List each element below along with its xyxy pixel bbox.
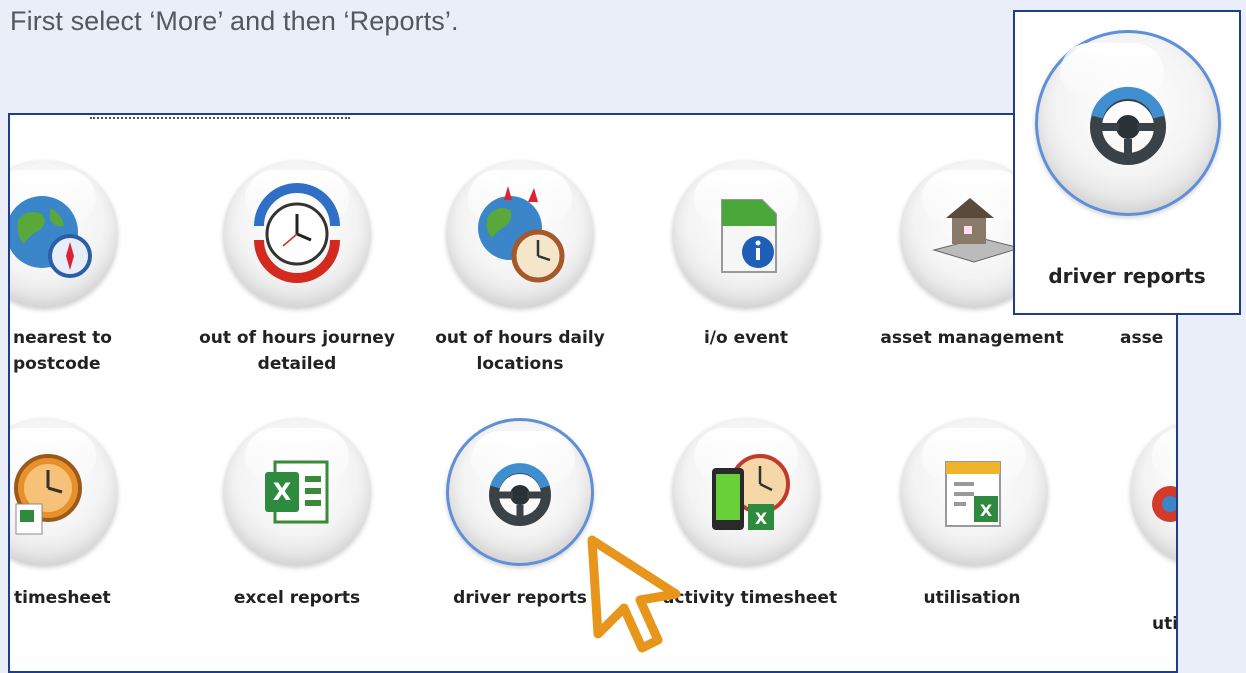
label-utilisation: utilisation bbox=[923, 588, 1021, 608]
svg-text:X: X bbox=[273, 478, 292, 506]
steering-wheel-icon bbox=[489, 463, 551, 526]
globe-compass-icon bbox=[10, 196, 92, 278]
unknown-icon bbox=[1152, 486, 1176, 522]
info-document-icon bbox=[721, 199, 777, 273]
out-of-hours-daily-locations-button[interactable] bbox=[446, 160, 594, 308]
label-uti: uti bbox=[1152, 614, 1178, 634]
excel-icon: X bbox=[265, 460, 329, 524]
svg-text:X: X bbox=[980, 501, 993, 520]
driver-reports-button[interactable] bbox=[446, 418, 594, 566]
partial-tile-button[interactable] bbox=[1130, 418, 1176, 566]
label-nearest-to-postcode: nearest to postcode bbox=[13, 328, 112, 374]
svg-text:X: X bbox=[755, 509, 768, 528]
label-asset-management: asset management bbox=[880, 328, 1064, 348]
io-event-button[interactable] bbox=[672, 160, 820, 308]
out-of-hours-journey-detailed-button[interactable] bbox=[223, 160, 371, 308]
label-asse: asse bbox=[1120, 328, 1164, 348]
label-io-event: i/o event bbox=[703, 328, 788, 348]
clock-spreadsheet-icon bbox=[14, 454, 82, 535]
utilisation-button[interactable]: X bbox=[900, 418, 1048, 566]
nearest-to-postcode-button[interactable] bbox=[10, 160, 118, 308]
label-timesheet: timesheet bbox=[14, 588, 111, 608]
steering-wheel-icon bbox=[1090, 86, 1166, 165]
instruction-text: First select ‘More’ and then ‘Reports’. bbox=[10, 6, 459, 36]
pointer-arrow-icon bbox=[587, 535, 681, 653]
excel-reports-button[interactable]: X bbox=[223, 418, 371, 566]
label-out-of-hours-daily-locations: out of hours daily locations bbox=[435, 328, 605, 374]
phone-clock-excel-icon: X bbox=[712, 454, 790, 530]
label-out-of-hours-journey-detailed: out of hours journey detailed bbox=[199, 328, 395, 374]
driver-reports-zoom-button[interactable] bbox=[1035, 30, 1221, 216]
activity-timesheet-button[interactable]: X bbox=[672, 418, 820, 566]
document-excel-icon: X bbox=[945, 461, 1001, 527]
zoom-label: driver reports bbox=[1048, 264, 1206, 288]
zoom-callout: driver reports bbox=[1013, 10, 1241, 315]
globe-clock-icon bbox=[478, 186, 565, 283]
clock-arrow-icon bbox=[254, 183, 340, 283]
cut-off-text bbox=[90, 115, 350, 119]
label-excel-reports: excel reports bbox=[233, 588, 361, 608]
timesheet-button[interactable] bbox=[10, 418, 118, 566]
